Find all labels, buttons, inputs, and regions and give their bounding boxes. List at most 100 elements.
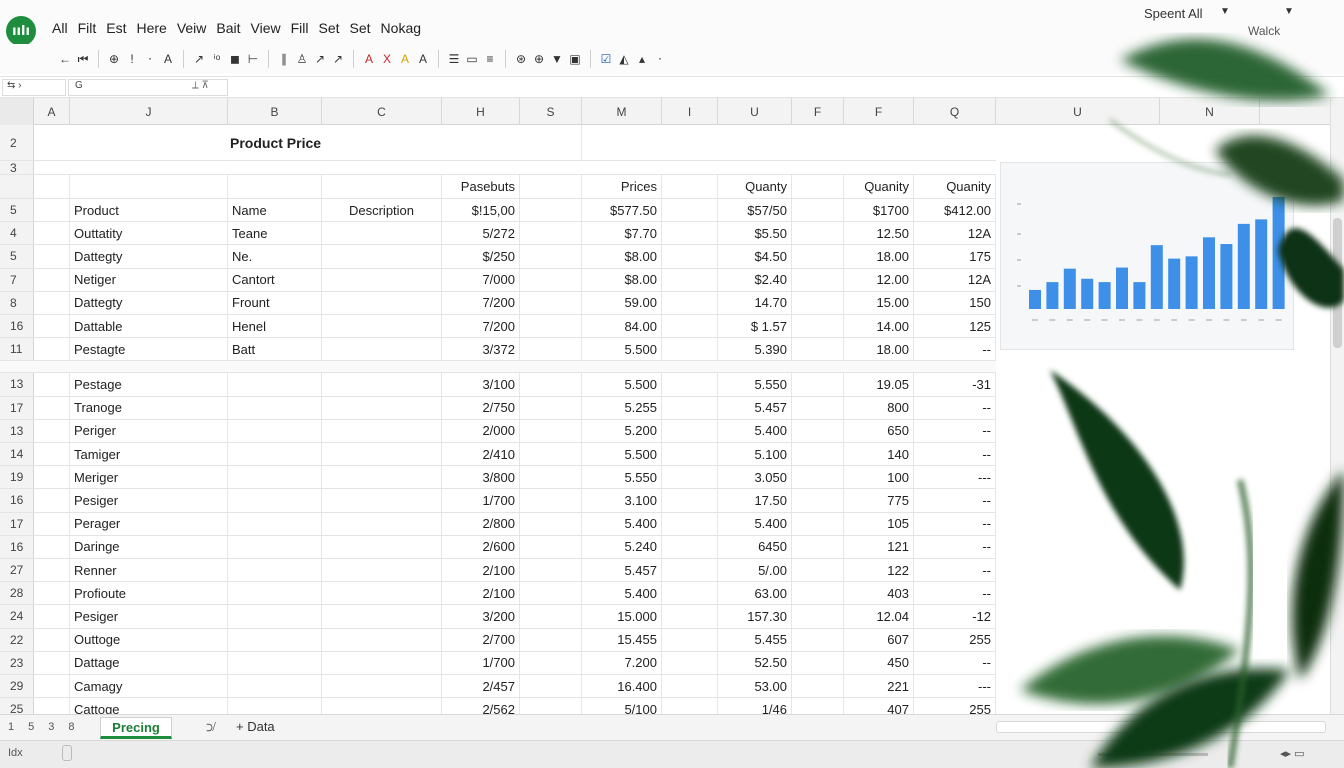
cell-quanity[interactable]: 775 <box>844 489 914 512</box>
row-header[interactable]: 17 <box>0 396 34 419</box>
cell-name[interactable] <box>228 675 322 698</box>
cell[interactable] <box>520 373 582 396</box>
cell-prices[interactable]: 5.550 <box>582 466 662 489</box>
cell-quanty[interactable]: $ 1.57 <box>718 315 792 338</box>
cell-prices[interactable]: 5.400 <box>582 512 662 535</box>
column-header[interactable]: S <box>520 98 582 125</box>
add-sheet-button[interactable]: + Data <box>236 719 275 734</box>
cell-name[interactable] <box>228 535 322 558</box>
toolbar-icon-28[interactable]: ⋅ <box>651 48 669 70</box>
cell-product[interactable]: Tamiger <box>70 443 228 466</box>
row-header[interactable]: 16 <box>0 489 34 512</box>
cell-product[interactable]: Dattable <box>70 315 228 338</box>
cell-name[interactable] <box>228 466 322 489</box>
cell-quanity[interactable]: 607 <box>844 628 914 651</box>
cell-pasebuts[interactable]: 7/000 <box>442 268 520 291</box>
toolbar-icon-14[interactable]: A <box>360 48 378 70</box>
menu-item-2[interactable]: Est <box>106 20 126 36</box>
cell-quanity-2[interactable]: -- <box>914 582 996 605</box>
cell-quanity-2[interactable]: 255 <box>914 698 996 714</box>
toolbar-icon-8[interactable]: ◼ <box>226 48 244 70</box>
cell-product[interactable]: Pestagte <box>70 338 228 361</box>
cell-description[interactable] <box>322 396 442 419</box>
cell-quanity[interactable]: 122 <box>844 559 914 582</box>
row-header[interactable]: 2 <box>0 125 34 160</box>
cell[interactable] <box>662 245 718 268</box>
cell-quanty[interactable]: $2.40 <box>718 268 792 291</box>
cell-product[interactable]: Cattoge <box>70 698 228 714</box>
cell-quanity-2[interactable]: -- <box>914 396 996 419</box>
column-title-quanty[interactable]: Quanty <box>718 175 792 198</box>
cell-quanity-2[interactable]: -- <box>914 338 996 361</box>
toolbar-icon-10[interactable]: ∥ <box>275 48 293 70</box>
cell-quanity-2[interactable]: -- <box>914 489 996 512</box>
toolbar-icon-20[interactable]: ≡ <box>481 48 499 70</box>
cell-product[interactable]: Outtoge <box>70 628 228 651</box>
cell-prices[interactable]: $8.00 <box>582 245 662 268</box>
cell-description[interactable] <box>322 675 442 698</box>
cell-prices[interactable]: $7.70 <box>582 222 662 245</box>
cell[interactable] <box>520 199 582 222</box>
cell-quanity[interactable]: 140 <box>844 443 914 466</box>
account-label[interactable]: Speent All <box>1144 6 1203 21</box>
cell-product[interactable]: Meriger <box>70 466 228 489</box>
toolbar-icon-2[interactable]: ⊕ <box>105 48 123 70</box>
menu-item-10[interactable]: Nokag <box>381 20 421 36</box>
name-box[interactable]: ⇆ › <box>2 79 66 96</box>
cell-name[interactable]: Ne. <box>228 245 322 268</box>
cell[interactable] <box>662 675 718 698</box>
tab-nav-item[interactable]: 5 <box>28 721 34 733</box>
toolbar-icon-26[interactable]: ◭ <box>615 48 633 70</box>
cell-quanty[interactable]: 5.550 <box>718 373 792 396</box>
toolbar-icon-11[interactable]: ♙ <box>293 48 311 70</box>
cell-quanity[interactable]: 221 <box>844 675 914 698</box>
cell-quanty[interactable]: 5.400 <box>718 419 792 442</box>
cell[interactable] <box>520 443 582 466</box>
toolbar-icon-5[interactable]: A <box>159 48 177 70</box>
cell-name[interactable] <box>228 373 322 396</box>
toolbar-icon-7[interactable]: ⁱᵒ <box>208 48 226 70</box>
cell[interactable] <box>792 605 844 628</box>
cell-quanity-2[interactable]: 125 <box>914 315 996 338</box>
cell[interactable] <box>520 175 582 198</box>
cell-product[interactable]: Outtatity <box>70 222 228 245</box>
cell[interactable] <box>34 651 70 674</box>
cell[interactable] <box>34 512 70 535</box>
cell-product[interactable]: Dattegty <box>70 245 228 268</box>
column-header[interactable]: U <box>718 98 792 125</box>
cell-quanty[interactable]: 53.00 <box>718 675 792 698</box>
cell-pasebuts[interactable]: 1/700 <box>442 651 520 674</box>
cell-description[interactable] <box>322 535 442 558</box>
cell-pasebuts[interactable]: 2/750 <box>442 396 520 419</box>
cell[interactable] <box>34 675 70 698</box>
column-header[interactable]: J <box>70 98 228 125</box>
cell[interactable] <box>34 698 70 714</box>
cell-prices[interactable]: 5.200 <box>582 419 662 442</box>
cell-quanty[interactable]: 1/46 <box>718 698 792 714</box>
cell-pasebuts[interactable]: 3/100 <box>442 373 520 396</box>
cell-product[interactable]: Perager <box>70 512 228 535</box>
column-header[interactable]: A <box>34 98 70 125</box>
column-header[interactable]: Q <box>914 98 996 125</box>
cell[interactable] <box>662 582 718 605</box>
cell[interactable] <box>520 651 582 674</box>
cell-description[interactable] <box>322 651 442 674</box>
cell-name[interactable]: Henel <box>228 315 322 338</box>
cell-product[interactable]: Renner <box>70 559 228 582</box>
cell[interactable] <box>662 315 718 338</box>
cell-quanty[interactable]: 5.457 <box>718 396 792 419</box>
menu-item-4[interactable]: Veiw <box>177 20 207 36</box>
cell[interactable] <box>662 535 718 558</box>
cell-description[interactable] <box>322 222 442 245</box>
cell[interactable] <box>34 338 70 361</box>
cell[interactable] <box>34 628 70 651</box>
cell[interactable] <box>34 489 70 512</box>
column-title-quanity[interactable]: Quanity <box>844 175 914 198</box>
cell-product[interactable]: Periger <box>70 419 228 442</box>
cell-quanity[interactable]: 100 <box>844 466 914 489</box>
cell[interactable] <box>520 222 582 245</box>
cell[interactable] <box>228 175 322 198</box>
cell-prices[interactable]: 5.500 <box>582 338 662 361</box>
cell[interactable] <box>792 373 844 396</box>
cell-name[interactable] <box>228 698 322 714</box>
